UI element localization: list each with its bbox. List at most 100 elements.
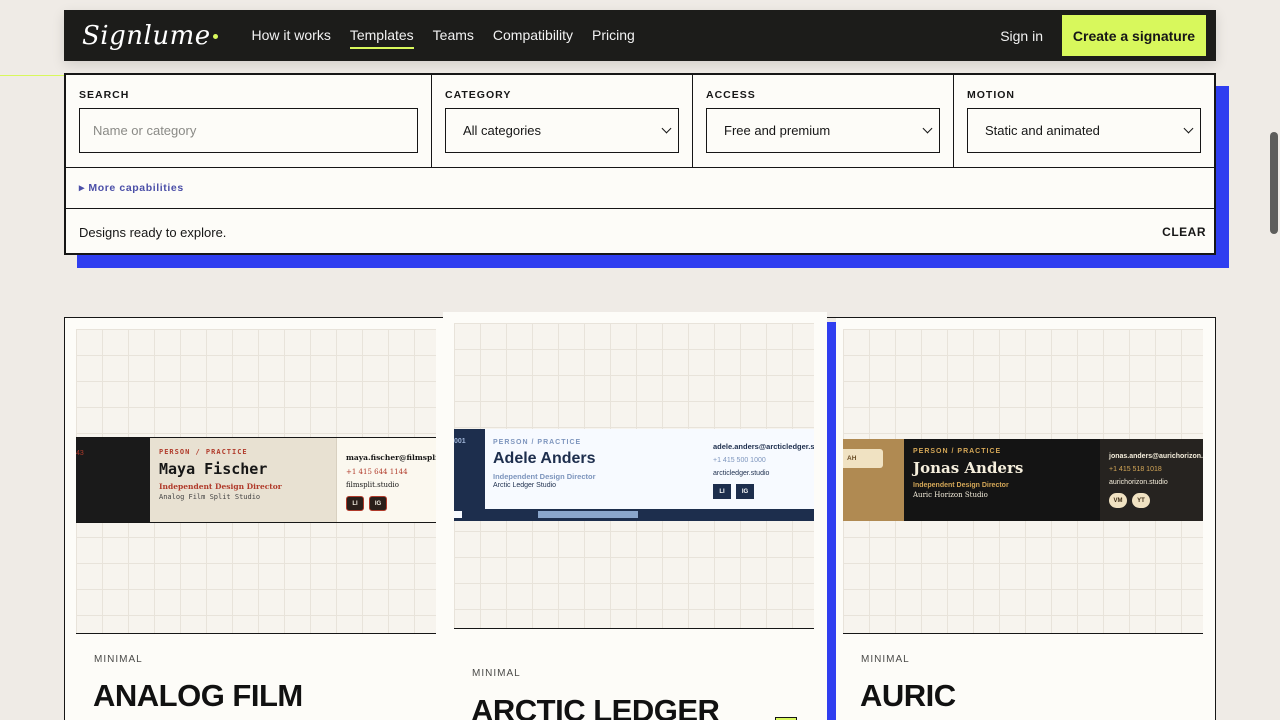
hover-accent-bar	[827, 322, 836, 720]
edge-text: AH	[843, 449, 883, 468]
card-title: ARCTIC LEDGER	[471, 693, 720, 720]
nav-link-pricing[interactable]: Pricing	[583, 10, 645, 61]
signature-contact: maya.fischer@filmsplit.studio +1 415 644…	[336, 438, 436, 522]
signature-name: Jonas Anders	[913, 459, 1024, 477]
search-input[interactable]: Name or category	[79, 108, 418, 153]
nav-link-compatibility[interactable]: Compatibility	[483, 10, 582, 61]
category-filter: CATEGORY All categories	[432, 75, 693, 167]
card-category: MINIMAL	[472, 668, 521, 679]
instagram-chip: IG	[736, 484, 754, 499]
status-row: Designs ready to explore. CLEAR	[66, 209, 1214, 255]
social-chips: LI IG	[713, 484, 814, 499]
chevron-down-icon	[1183, 123, 1194, 134]
clear-filters-button[interactable]: CLEAR	[1162, 225, 1206, 239]
nav-actions: Sign in Create a signature	[1000, 15, 1216, 56]
nav-link-how-it-works[interactable]: How it works	[242, 10, 340, 61]
signature-role: Independent Design Director	[159, 482, 282, 491]
access-filter: ACCESS Free and premium	[693, 75, 954, 167]
signature-email: maya.fischer@filmsplit.studio	[346, 453, 436, 462]
chevron-down-icon	[661, 123, 672, 134]
search-label: SEARCH	[79, 89, 130, 101]
chevron-down-icon	[922, 123, 933, 134]
signature-email: adele.anders@arcticledger.studio	[713, 442, 814, 451]
card-category: MINIMAL	[94, 654, 143, 665]
nav-links: How it works Templates Teams Compatibili…	[242, 10, 644, 61]
access-select[interactable]: Free and premium	[706, 108, 940, 153]
signature-mock: AH PERSON / PRACTICE Jonas Anders Indepe…	[843, 439, 1203, 521]
access-label: ACCESS	[706, 89, 756, 101]
signature-edge: 43	[76, 438, 150, 522]
signature-mock: 43 PERSON / PRACTICE Maya Fischer Indepe…	[76, 437, 436, 523]
motion-value: Static and animated	[985, 123, 1100, 138]
category-label: CATEGORY	[445, 89, 512, 101]
signature-edge: 001	[454, 429, 484, 521]
signature-identity: PERSON / PRACTICE Maya Fischer Independe…	[150, 438, 336, 522]
page-scrollbar[interactable]	[1270, 132, 1278, 234]
category-select[interactable]: All categories	[445, 108, 679, 153]
brand-logo[interactable]: Signlume	[82, 21, 222, 51]
signature-contact: jonas.anders@aurichorizon.studio +1 415 …	[1100, 439, 1203, 521]
signature-phone: +1 415 644 1144	[346, 468, 408, 476]
signature-kicker: PERSON / PRACTICE	[493, 439, 582, 446]
signature-phone: +1 415 500 1000	[713, 457, 766, 464]
linkedin-chip: LI	[346, 496, 364, 511]
template-preview: AH PERSON / PRACTICE Jonas Anders Indepe…	[843, 329, 1203, 634]
youtube-chip: YT	[1132, 493, 1150, 508]
edge-text: 001	[454, 438, 466, 445]
card-title: AURIC	[860, 678, 956, 713]
template-card-auric[interactable]: AH PERSON / PRACTICE Jonas Anders Indepe…	[836, 318, 1215, 720]
motion-filter: MOTION Static and animated	[954, 75, 1214, 167]
search-filter: SEARCH Name or category	[66, 75, 432, 167]
vimeo-chip: VM	[1109, 493, 1127, 508]
motion-select[interactable]: Static and animated	[967, 108, 1201, 153]
signature-panel: PERSON / PRACTICE Adele Anders Independe…	[484, 429, 814, 509]
social-chips: VM YT	[1109, 493, 1203, 508]
linkedin-chip: LI	[713, 484, 731, 499]
top-navigation: Signlume How it works Templates Teams Co…	[64, 10, 1216, 61]
card-title: ANALOG FILM	[93, 678, 303, 713]
signature-role: Independent Design Director	[493, 472, 596, 481]
template-card-arctic-ledger[interactable]: 001 PERSON / PRACTICE Adele Anders Indep…	[443, 312, 827, 720]
signature-edge: AH	[843, 439, 904, 521]
signature-kicker: PERSON / PRACTICE	[159, 448, 248, 456]
card-category: MINIMAL	[861, 654, 910, 665]
nav-link-teams[interactable]: Teams	[423, 10, 483, 61]
sign-in-link[interactable]: Sign in	[1000, 28, 1043, 44]
template-card-analog-film[interactable]: 43 PERSON / PRACTICE Maya Fischer Indepe…	[65, 318, 443, 720]
filter-panel: SEARCH Name or category CATEGORY All cat…	[64, 73, 1216, 255]
signature-org: Analog Film Split Studio	[159, 493, 261, 501]
filter-row: SEARCH Name or category CATEGORY All cat…	[66, 75, 1214, 168]
signature-role: Independent Design Director	[913, 482, 1009, 489]
signature-org: Arctic Ledger Studio	[493, 482, 557, 489]
signature-site: aurichorizon.studio	[1109, 479, 1168, 486]
signature-phone: +1 415 518 1018	[1109, 466, 1162, 473]
signature-contact: adele.anders@arcticledger.studio +1 415 …	[705, 429, 814, 509]
signature-identity: PERSON / PRACTICE Adele Anders Independe…	[485, 429, 705, 509]
logo-dot-icon	[212, 34, 218, 39]
template-preview: 001 PERSON / PRACTICE Adele Anders Indep…	[454, 323, 814, 629]
signature-org: Auric Horizon Studio	[913, 491, 988, 499]
signature-identity: PERSON / PRACTICE Jonas Anders Independe…	[904, 439, 1100, 521]
category-value: All categories	[463, 123, 542, 138]
social-chips: LI IG	[346, 496, 436, 511]
signature-kicker: PERSON / PRACTICE	[913, 448, 1002, 455]
access-value: Free and premium	[724, 123, 831, 138]
signature-mock: 001 PERSON / PRACTICE Adele Anders Indep…	[454, 429, 814, 521]
accent-strip	[454, 511, 462, 518]
instagram-chip: IG	[369, 496, 387, 511]
results-status: Designs ready to explore.	[79, 224, 227, 240]
create-signature-button[interactable]: Create a signature	[1062, 15, 1206, 56]
template-preview: 43 PERSON / PRACTICE Maya Fischer Indepe…	[76, 329, 436, 634]
more-capabilities-toggle[interactable]: ▸ More capabilities	[79, 182, 184, 194]
logo-text: Signlume	[82, 20, 211, 51]
accent-strip	[538, 511, 638, 518]
motion-label: MOTION	[967, 89, 1015, 101]
more-capabilities-row: ▸ More capabilities	[66, 168, 1214, 209]
signature-name: Maya Fischer	[159, 460, 268, 478]
edge-text: 43	[76, 450, 84, 457]
nav-link-templates[interactable]: Templates	[340, 10, 423, 61]
signature-site: arcticledger.studio	[713, 470, 770, 477]
signature-email: jonas.anders@aurichorizon.studio	[1109, 453, 1203, 460]
signature-site: filmsplit.studio	[346, 481, 399, 489]
signature-name: Adele Anders	[493, 450, 596, 467]
